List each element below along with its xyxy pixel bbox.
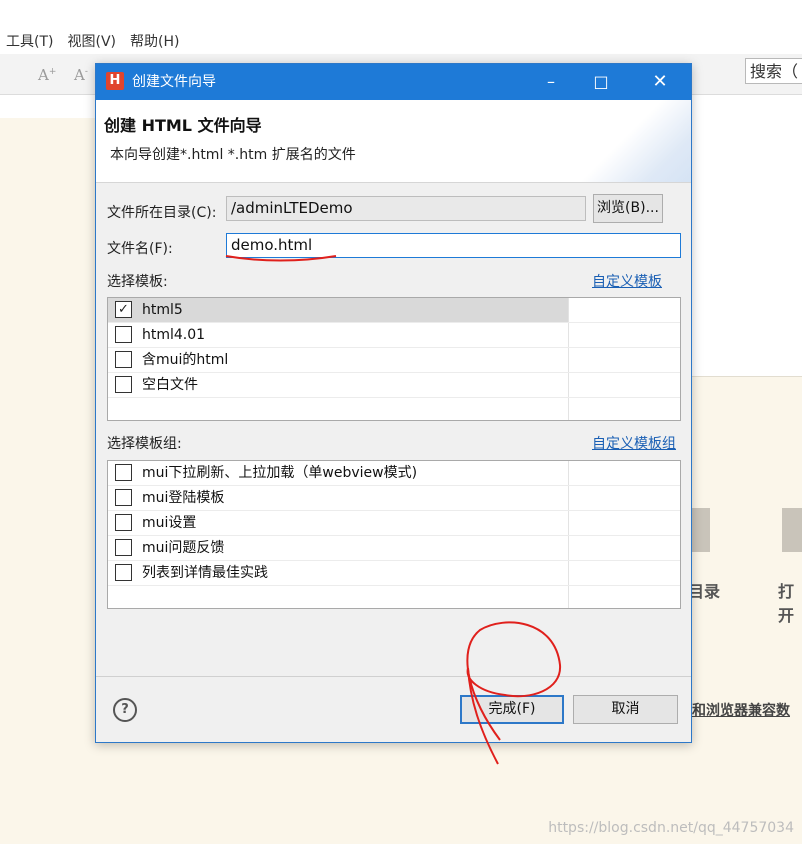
custom-template-group-link[interactable]: 自定义模板组 — [592, 433, 676, 453]
directory-label: 文件所在目录(C): — [107, 205, 217, 221]
ide-search-input[interactable]: 搜索（ — [745, 58, 802, 84]
list-item[interactable]: 含mui的html — [108, 348, 680, 373]
dialog-title: 创建文件向导 — [132, 74, 216, 90]
hbuilder-logo-icon: H — [106, 72, 124, 90]
browse-button[interactable]: 浏览(B)... — [593, 194, 663, 223]
ide-compat-link[interactable]: 和浏览器兼容数 — [692, 700, 790, 720]
ide-label-open[interactable]: 打开 — [778, 578, 802, 626]
list-item[interactable]: mui登陆模板 — [108, 486, 680, 511]
checkbox[interactable] — [115, 464, 132, 481]
cancel-button[interactable]: 取消 — [573, 695, 678, 724]
checkbox[interactable] — [115, 539, 132, 556]
list-item[interactable]: 空白文件 — [108, 373, 680, 398]
wizard-description: 本向导创建*.html *.htm 扩展名的文件 — [110, 147, 356, 163]
menu-tools[interactable]: 工具(T) — [6, 30, 53, 54]
banner-decoration — [581, 100, 691, 182]
ide-menu-bar: 工具(T) 视图(V) 帮助(H) — [0, 30, 179, 54]
ide-side-panel — [692, 118, 802, 377]
create-file-dialog: H 创建文件向导 – □ ✕ 创建 HTML 文件向导 本向导创建*.html … — [95, 63, 692, 743]
checkbox[interactable] — [115, 326, 132, 343]
checkbox[interactable] — [115, 489, 132, 506]
template-group-list: mui下拉刷新、上拉加载（单webview模式) mui登陆模板 mui设置 m… — [107, 460, 681, 609]
ide-label-directory[interactable]: 目录 — [688, 578, 720, 602]
directory-field[interactable]: /adminLTEDemo — [226, 196, 586, 221]
help-icon[interactable]: ? — [113, 698, 137, 722]
checkbox[interactable] — [115, 564, 132, 581]
menu-view[interactable]: 视图(V) — [67, 30, 116, 54]
minimize-icon[interactable]: – — [528, 64, 574, 100]
list-item[interactable]: 列表到详情最佳实践 — [108, 561, 680, 586]
wizard-banner: 创建 HTML 文件向导 本向导创建*.html *.htm 扩展名的文件 — [96, 100, 691, 183]
maximize-icon[interactable]: □ — [578, 64, 624, 100]
template-group-label: 选择模板组: — [107, 436, 182, 452]
filename-label: 文件名(F): — [107, 241, 173, 257]
template-label: 选择模板: — [107, 274, 168, 290]
watermark: https://blog.csdn.net/qq_44757034 — [548, 820, 794, 836]
checkbox[interactable] — [115, 351, 132, 368]
list-item[interactable]: html4.01 — [108, 323, 680, 348]
filename-field[interactable]: demo.html — [226, 233, 681, 258]
close-icon[interactable]: ✕ — [637, 64, 683, 100]
font-increase-icon[interactable]: A+ — [38, 66, 56, 84]
checkbox[interactable] — [115, 514, 132, 531]
template-list: ✓ html5 html4.01 含mui的html 空白文件 — [107, 297, 681, 421]
open-icon — [782, 508, 802, 552]
finish-button[interactable]: 完成(F) — [460, 695, 564, 724]
font-decrease-icon[interactable]: A- — [74, 66, 88, 84]
list-item[interactable]: mui设置 — [108, 511, 680, 536]
checkbox[interactable] — [115, 376, 132, 393]
checkbox-checked[interactable]: ✓ — [115, 301, 132, 318]
list-item[interactable]: mui问题反馈 — [108, 536, 680, 561]
folder-icon — [690, 508, 710, 552]
dialog-titlebar[interactable]: H 创建文件向导 – □ ✕ — [96, 64, 691, 100]
list-item[interactable]: ✓ html5 — [108, 298, 680, 323]
wizard-heading: 创建 HTML 文件向导 — [104, 116, 262, 135]
custom-template-link[interactable]: 自定义模板 — [592, 271, 662, 291]
footer-divider — [96, 676, 691, 677]
menu-help[interactable]: 帮助(H) — [130, 30, 179, 54]
list-item[interactable]: mui下拉刷新、上拉加载（单webview模式) — [108, 461, 680, 486]
